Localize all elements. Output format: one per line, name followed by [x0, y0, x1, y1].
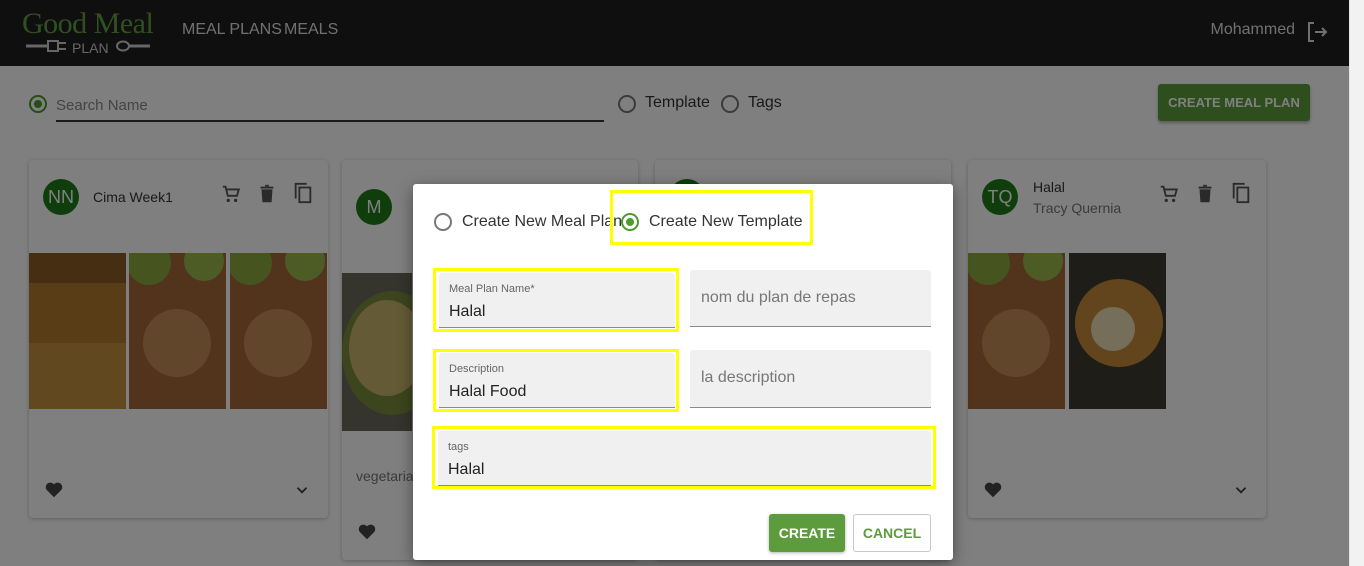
create-meal-plan-label[interactable]: Create New Meal Plan: [462, 213, 622, 231]
highlight-box: [432, 426, 936, 489]
cancel-button[interactable]: CANCEL: [853, 514, 931, 552]
create-meal-plan-dialog: Create New Meal Plan Create New Template…: [413, 184, 953, 560]
create-template-radio[interactable]: [621, 213, 639, 231]
page-scrollbar[interactable]: [1349, 0, 1364, 566]
create-button[interactable]: CREATE: [769, 514, 845, 552]
meal-plan-name-fr-field[interactable]: nom du plan de repas: [690, 270, 931, 327]
highlight-box: [433, 349, 679, 412]
description-fr-placeholder: la description: [701, 369, 796, 386]
create-meal-plan-radio[interactable]: [434, 213, 452, 231]
description-fr-field[interactable]: la description: [690, 350, 931, 408]
meal-plan-name-fr-placeholder: nom du plan de repas: [701, 289, 856, 306]
create-template-label[interactable]: Create New Template: [649, 213, 803, 231]
highlight-box: [433, 268, 679, 332]
